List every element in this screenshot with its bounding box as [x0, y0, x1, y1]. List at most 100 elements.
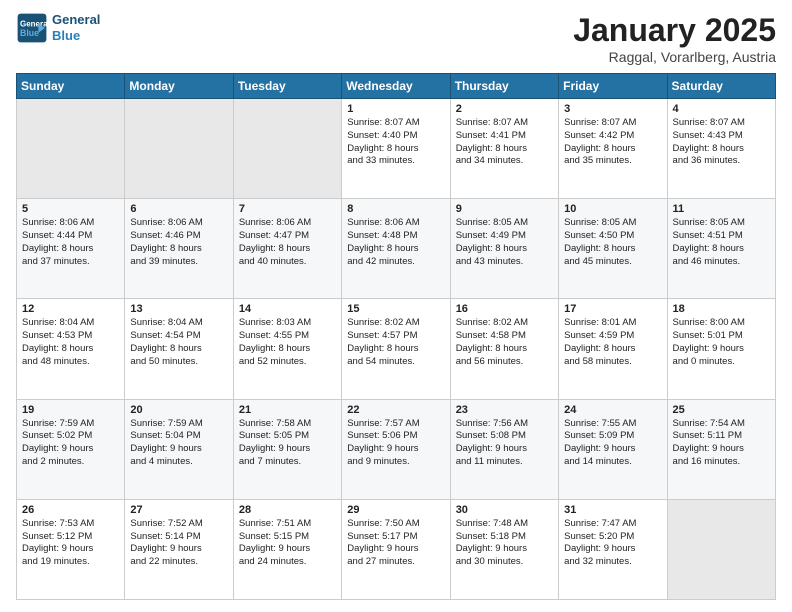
calendar-cell: 28 Sunrise: 7:51 AMSunset: 5:15 PMDayligh…: [233, 499, 341, 599]
weekday-header-sunday: Sunday: [17, 74, 125, 99]
day-number: 15: [347, 303, 444, 315]
day-info: Sunrise: 8:06 AMSunset: 4:47 PMDaylight:…: [239, 217, 336, 268]
day-info: Sunrise: 8:03 AMSunset: 4:55 PMDaylight:…: [239, 317, 336, 368]
day-info: Sunrise: 7:54 AMSunset: 5:11 PMDaylight:…: [673, 418, 770, 469]
month-title: January 2025: [573, 12, 776, 49]
day-info: Sunrise: 7:52 AMSunset: 5:14 PMDaylight:…: [130, 518, 227, 569]
day-info: Sunrise: 7:57 AMSunset: 5:06 PMDaylight:…: [347, 418, 444, 469]
location: Raggal, Vorarlberg, Austria: [573, 49, 776, 65]
calendar-cell: 27 Sunrise: 7:52 AMSunset: 5:14 PMDayligh…: [125, 499, 233, 599]
day-info: Sunrise: 8:04 AMSunset: 4:54 PMDaylight:…: [130, 317, 227, 368]
day-info: Sunrise: 8:07 AMSunset: 4:43 PMDaylight:…: [673, 117, 770, 168]
weekday-header-wednesday: Wednesday: [342, 74, 450, 99]
day-info: Sunrise: 8:07 AMSunset: 4:41 PMDaylight:…: [456, 117, 553, 168]
logo-text-general: General: [52, 12, 100, 28]
day-info: Sunrise: 8:01 AMSunset: 4:59 PMDaylight:…: [564, 317, 661, 368]
day-number: 21: [239, 404, 336, 416]
calendar-cell: 2 Sunrise: 8:07 AMSunset: 4:41 PMDaylight…: [450, 99, 558, 199]
day-number: 29: [347, 504, 444, 516]
calendar-cell: 4 Sunrise: 8:07 AMSunset: 4:43 PMDaylight…: [667, 99, 775, 199]
day-info: Sunrise: 7:59 AMSunset: 5:04 PMDaylight:…: [130, 418, 227, 469]
calendar-week-row: 26 Sunrise: 7:53 AMSunset: 5:12 PMDayligh…: [17, 499, 776, 599]
calendar-cell: 16 Sunrise: 8:02 AMSunset: 4:58 PMDayligh…: [450, 299, 558, 399]
day-number: 14: [239, 303, 336, 315]
day-info: Sunrise: 7:50 AMSunset: 5:17 PMDaylight:…: [347, 518, 444, 569]
calendar-cell: 10 Sunrise: 8:05 AMSunset: 4:50 PMDayligh…: [559, 199, 667, 299]
calendar-cell: [17, 99, 125, 199]
calendar-cell: 18Sunrise: 8:00 AMSunset: 5:01 PMDayligh…: [667, 299, 775, 399]
day-number: 9: [456, 203, 553, 215]
calendar-cell: 8 Sunrise: 8:06 AMSunset: 4:48 PMDaylight…: [342, 199, 450, 299]
weekday-header-saturday: Saturday: [667, 74, 775, 99]
calendar-cell: 12 Sunrise: 8:04 AMSunset: 4:53 PMDayligh…: [17, 299, 125, 399]
calendar-cell: 11 Sunrise: 8:05 AMSunset: 4:51 PMDayligh…: [667, 199, 775, 299]
page: General Blue General Blue January 2025 R…: [0, 0, 792, 612]
day-info: Sunrise: 8:02 AMSunset: 4:58 PMDaylight:…: [456, 317, 553, 368]
day-number: 11: [673, 203, 770, 215]
calendar-cell: [233, 99, 341, 199]
weekday-header-row: SundayMondayTuesdayWednesdayThursdayFrid…: [17, 74, 776, 99]
day-info: Sunrise: 8:07 AMSunset: 4:40 PMDaylight:…: [347, 117, 444, 168]
calendar-week-row: 19 Sunrise: 7:59 AMSunset: 5:02 PMDayligh…: [17, 399, 776, 499]
calendar-cell: 20 Sunrise: 7:59 AMSunset: 5:04 PMDayligh…: [125, 399, 233, 499]
calendar-cell: [667, 499, 775, 599]
day-number: 12: [22, 303, 119, 315]
calendar-cell: 3Sunrise: 8:07 AMSunset: 4:42 PMDaylight…: [559, 99, 667, 199]
day-number: 6: [130, 203, 227, 215]
day-number: 10: [564, 203, 661, 215]
day-number: 19: [22, 404, 119, 416]
day-number: 22: [347, 404, 444, 416]
day-info: Sunrise: 8:04 AMSunset: 4:53 PMDaylight:…: [22, 317, 119, 368]
day-number: 26: [22, 504, 119, 516]
day-info: Sunrise: 8:06 AMSunset: 4:46 PMDaylight:…: [130, 217, 227, 268]
day-info: Sunrise: 7:47 AMSunset: 5:20 PMDaylight:…: [564, 518, 661, 569]
calendar-cell: 24 Sunrise: 7:55 AMSunset: 5:09 PMDayligh…: [559, 399, 667, 499]
day-info: Sunrise: 7:56 AMSunset: 5:08 PMDaylight:…: [456, 418, 553, 469]
day-info: Sunrise: 7:58 AMSunset: 5:05 PMDaylight:…: [239, 418, 336, 469]
calendar-cell: [125, 99, 233, 199]
day-info: Sunrise: 7:53 AMSunset: 5:12 PMDaylight:…: [22, 518, 119, 569]
day-info: Sunrise: 7:51 AMSunset: 5:15 PMDaylight:…: [239, 518, 336, 569]
calendar-cell: 15Sunrise: 8:02 AMSunset: 4:57 PMDayligh…: [342, 299, 450, 399]
day-number: 27: [130, 504, 227, 516]
logo-icon: General Blue: [16, 12, 48, 44]
weekday-header-thursday: Thursday: [450, 74, 558, 99]
day-number: 17: [564, 303, 661, 315]
day-number: 25: [673, 404, 770, 416]
day-info: Sunrise: 8:00 AMSunset: 5:01 PMDaylight:…: [673, 317, 770, 368]
day-number: 28: [239, 504, 336, 516]
calendar-cell: 13 Sunrise: 8:04 AMSunset: 4:54 PMDayligh…: [125, 299, 233, 399]
day-number: 23: [456, 404, 553, 416]
calendar-cell: 25 Sunrise: 7:54 AMSunset: 5:11 PMDayligh…: [667, 399, 775, 499]
calendar-cell: 29 Sunrise: 7:50 AMSunset: 5:17 PMDayligh…: [342, 499, 450, 599]
calendar-week-row: 12 Sunrise: 8:04 AMSunset: 4:53 PMDayligh…: [17, 299, 776, 399]
day-number: 13: [130, 303, 227, 315]
calendar-cell: 6 Sunrise: 8:06 AMSunset: 4:46 PMDaylight…: [125, 199, 233, 299]
day-info: Sunrise: 8:05 AMSunset: 4:51 PMDaylight:…: [673, 217, 770, 268]
day-number: 20: [130, 404, 227, 416]
day-number: 2: [456, 103, 553, 115]
day-number: 8: [347, 203, 444, 215]
day-number: 5: [22, 203, 119, 215]
calendar-cell: 1Sunrise: 8:07 AMSunset: 4:40 PMDaylight…: [342, 99, 450, 199]
calendar-cell: 17 Sunrise: 8:01 AMSunset: 4:59 PMDayligh…: [559, 299, 667, 399]
day-number: 16: [456, 303, 553, 315]
day-info: Sunrise: 8:05 AMSunset: 4:50 PMDaylight:…: [564, 217, 661, 268]
calendar-cell: 22 Sunrise: 7:57 AMSunset: 5:06 PMDayligh…: [342, 399, 450, 499]
svg-text:Blue: Blue: [20, 28, 39, 38]
day-info: Sunrise: 8:05 AMSunset: 4:49 PMDaylight:…: [456, 217, 553, 268]
title-block: January 2025 Raggal, Vorarlberg, Austria: [573, 12, 776, 65]
calendar-cell: 7Sunrise: 8:06 AMSunset: 4:47 PMDaylight…: [233, 199, 341, 299]
calendar-cell: 30Sunrise: 7:48 AMSunset: 5:18 PMDayligh…: [450, 499, 558, 599]
day-number: 24: [564, 404, 661, 416]
day-info: Sunrise: 8:06 AMSunset: 4:48 PMDaylight:…: [347, 217, 444, 268]
day-number: 31: [564, 504, 661, 516]
calendar-cell: 23 Sunrise: 7:56 AMSunset: 5:08 PMDayligh…: [450, 399, 558, 499]
calendar-cell: 26 Sunrise: 7:53 AMSunset: 5:12 PMDayligh…: [17, 499, 125, 599]
calendar-cell: 21 Sunrise: 7:58 AMSunset: 5:05 PMDayligh…: [233, 399, 341, 499]
day-info: Sunrise: 7:59 AMSunset: 5:02 PMDaylight:…: [22, 418, 119, 469]
day-info: Sunrise: 8:06 AMSunset: 4:44 PMDaylight:…: [22, 217, 119, 268]
day-number: 4: [673, 103, 770, 115]
logo-text-blue: Blue: [52, 28, 100, 44]
day-info: Sunrise: 7:55 AMSunset: 5:09 PMDaylight:…: [564, 418, 661, 469]
